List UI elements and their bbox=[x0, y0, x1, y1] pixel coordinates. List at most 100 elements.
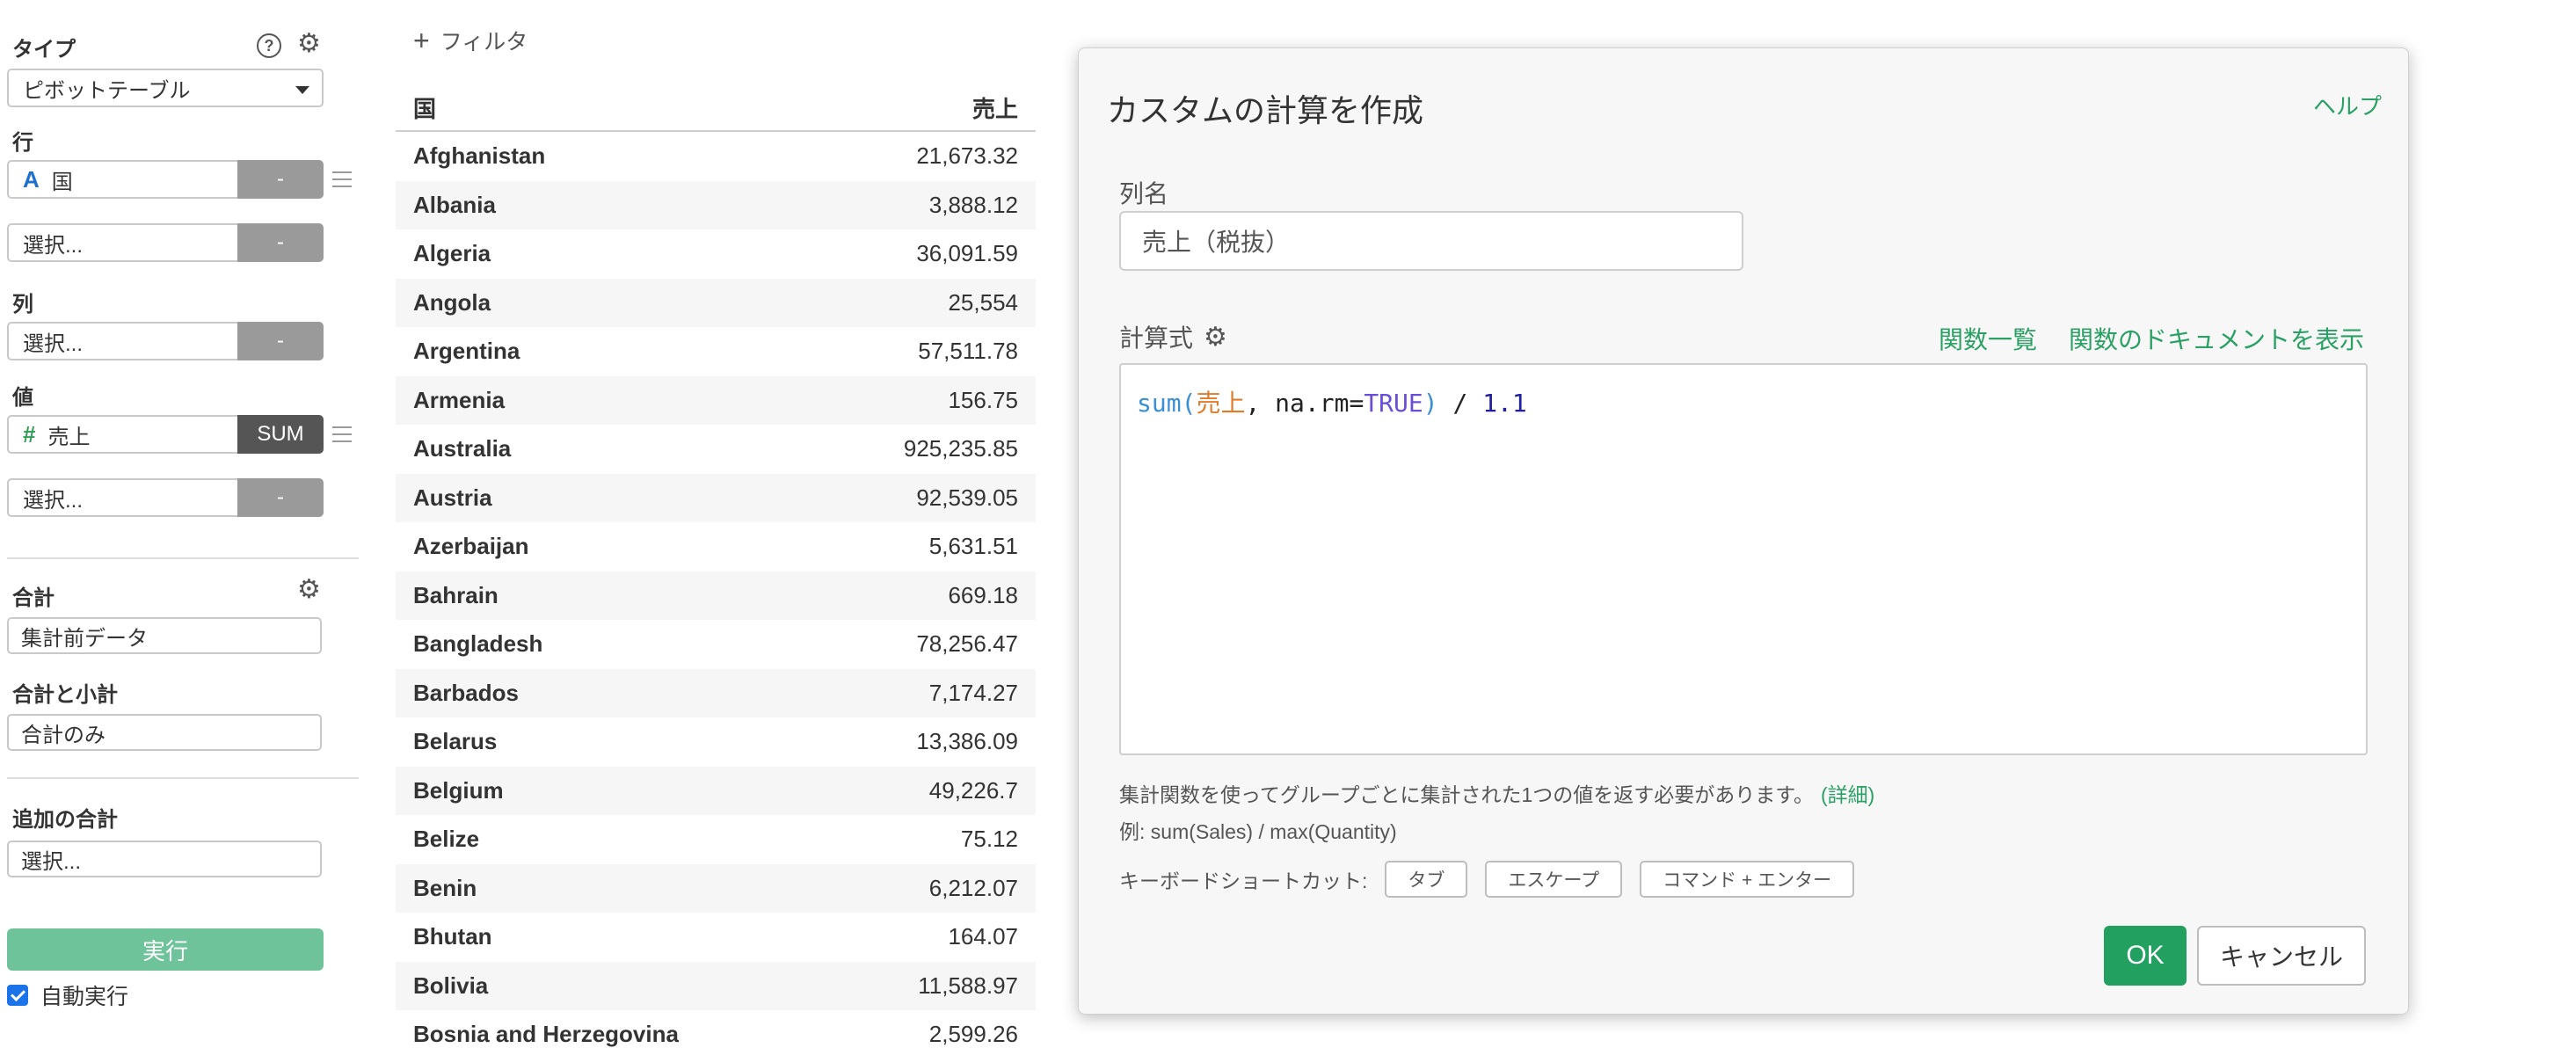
column-header-sales[interactable]: 売上 bbox=[772, 91, 1036, 124]
rows-field-name-box[interactable]: A 国 bbox=[7, 160, 237, 199]
rows-select-input[interactable]: 選択... bbox=[7, 223, 237, 262]
total-label: 合計 bbox=[12, 586, 55, 610]
cell-sales: 21,673.32 bbox=[916, 142, 1018, 170]
table-row[interactable]: Bosnia and Herzegovina 2,599.26 bbox=[396, 1010, 1036, 1048]
cell-country: Azerbaijan bbox=[413, 533, 529, 560]
values-field[interactable]: # 売上 SUM bbox=[7, 415, 324, 454]
number-type-icon: # bbox=[23, 420, 36, 448]
subtotal-select[interactable]: 合計のみ bbox=[7, 714, 322, 751]
values-select[interactable]: 選択... - bbox=[7, 478, 324, 517]
column-header-country[interactable]: 国 bbox=[396, 91, 772, 124]
cell-country: Albania bbox=[413, 191, 496, 218]
aggregation-button[interactable]: SUM bbox=[237, 415, 324, 454]
cell-sales: 25,554 bbox=[948, 288, 1018, 316]
divider bbox=[7, 557, 359, 559]
table-row[interactable]: Bhutan 164.07 bbox=[396, 913, 1036, 962]
columns-select[interactable]: 選択... - bbox=[7, 322, 324, 360]
rows-field-option-button[interactable]: - bbox=[237, 160, 324, 199]
columns-select-input[interactable]: 選択... bbox=[7, 322, 237, 360]
auto-run-checkbox[interactable] bbox=[7, 985, 28, 1006]
rows-select[interactable]: 選択... - bbox=[7, 223, 324, 262]
cell-sales: 11,588.97 bbox=[918, 972, 1018, 999]
formula-token-operator: / bbox=[1437, 389, 1483, 418]
function-doc-link[interactable]: 関数のドキュメントを表示 bbox=[2069, 321, 2364, 356]
formula-label: 計算式 bbox=[1119, 324, 1194, 352]
keyboard-shortcuts: キーボードショートカット: タブ エスケープ コマンド + エンター bbox=[1119, 861, 1855, 898]
gear-icon[interactable]: ⚙ bbox=[1204, 322, 1227, 353]
table-row[interactable]: Austria 92,539.05 bbox=[396, 473, 1036, 522]
function-list-link[interactable]: 関数一覧 bbox=[1939, 321, 2037, 356]
column-name-input[interactable]: 売上（税抜） bbox=[1119, 211, 1743, 271]
table-row[interactable]: Angola 25,554 bbox=[396, 278, 1036, 327]
pivot-table: 国 売上 Afghanistan 21,673.32 Albania 3,888.12… bbox=[396, 84, 1036, 1048]
details-link[interactable]: (詳細) bbox=[1821, 783, 1874, 806]
cell-sales: 925,235.85 bbox=[903, 435, 1018, 462]
subtotal-select-value: 合計のみ bbox=[21, 723, 106, 747]
column-name-value: 売上（税抜） bbox=[1142, 229, 1291, 256]
cell-country: Bhutan bbox=[413, 923, 492, 950]
cell-sales: 2,599.26 bbox=[928, 1021, 1018, 1048]
help-link[interactable]: ヘルプ bbox=[2313, 89, 2382, 121]
table-row[interactable]: Belize 75.12 bbox=[396, 815, 1036, 864]
auto-run-toggle[interactable]: 自動実行 bbox=[7, 979, 128, 1011]
total-select[interactable]: 集計前データ bbox=[7, 617, 322, 654]
formula-token-column: 売上 bbox=[1196, 389, 1246, 418]
cell-sales: 75.12 bbox=[960, 826, 1018, 853]
help-icon[interactable]: ? bbox=[257, 33, 281, 58]
values-select-placeholder: 選択... bbox=[23, 488, 84, 513]
table-row[interactable]: Armenia 156.75 bbox=[396, 375, 1036, 425]
formula-hint-text: 集計関数を使ってグループごとに集計された1つの値を返す必要があります。 bbox=[1119, 783, 1814, 806]
formula-editor[interactable]: sum(売上, na.rm=TRUE) / 1.1 bbox=[1119, 363, 2368, 755]
additional-total-select[interactable]: 選択... bbox=[7, 841, 322, 877]
values-field-name: 売上 bbox=[47, 425, 91, 449]
cell-sales: 669.18 bbox=[948, 581, 1018, 608]
formula-hint: 集計関数を使ってグループごとに集計された1つの値を返す必要があります。 (詳細) bbox=[1119, 778, 1874, 808]
values-label: 値 bbox=[12, 386, 33, 410]
table-row[interactable]: Belarus 13,386.09 bbox=[396, 717, 1036, 767]
cell-sales: 78,256.47 bbox=[916, 630, 1018, 658]
table-row[interactable]: Bahrain 669.18 bbox=[396, 571, 1036, 620]
table-row[interactable]: Belgium 49,226.7 bbox=[396, 766, 1036, 815]
cell-country: Algeria bbox=[413, 240, 491, 267]
table-row[interactable]: Bangladesh 78,256.47 bbox=[396, 620, 1036, 669]
table-row[interactable]: Azerbaijan 5,631.51 bbox=[396, 522, 1036, 571]
type-label: タイプ bbox=[12, 38, 76, 62]
chart-settings-panel: タイプ ? ⚙ ピボットテーブル 行 A 国 - 選択... - 列 選択...… bbox=[0, 0, 369, 1048]
values-field-name-box[interactable]: # 売上 bbox=[7, 415, 237, 454]
table-row[interactable]: Benin 6,212.07 bbox=[396, 863, 1036, 913]
table-row[interactable]: Argentina 57,511.78 bbox=[396, 327, 1036, 376]
type-select[interactable]: ピボットテーブル bbox=[7, 69, 324, 107]
rows-select-option-button[interactable]: - bbox=[237, 223, 324, 262]
table-row[interactable]: Algeria 36,091.59 bbox=[396, 229, 1036, 279]
ok-button[interactable]: OK bbox=[2104, 926, 2187, 986]
formula-token-function: sum( bbox=[1137, 389, 1197, 418]
drag-handle-icon[interactable] bbox=[332, 426, 352, 442]
cell-country: Afghanistan bbox=[413, 142, 546, 170]
custom-calculation-dialog: カスタムの計算を作成 ヘルプ 列名 売上（税抜） 計算式 ⚙ 関数一覧 関数のド… bbox=[1078, 47, 2409, 1015]
add-filter-button[interactable]: + フィルタ bbox=[413, 25, 528, 56]
type-select-value: ピボットテーブル bbox=[23, 78, 191, 103]
cell-country: Bahrain bbox=[413, 581, 498, 608]
table-row[interactable]: Barbados 7,174.27 bbox=[396, 668, 1036, 717]
table-row[interactable]: Afghanistan 21,673.32 bbox=[396, 132, 1036, 181]
string-type-icon: A bbox=[23, 165, 40, 193]
cell-country: Bosnia and Herzegovina bbox=[413, 1021, 679, 1048]
gear-icon[interactable]: ⚙ bbox=[297, 577, 321, 603]
cell-sales: 5,631.51 bbox=[928, 533, 1018, 560]
table-row[interactable]: Australia 925,235.85 bbox=[396, 425, 1036, 474]
values-select-input[interactable]: 選択... bbox=[7, 478, 237, 517]
values-select-option-button[interactable]: - bbox=[237, 478, 324, 517]
cell-sales: 6,212.07 bbox=[928, 874, 1018, 901]
rows-field[interactable]: A 国 - bbox=[7, 160, 324, 199]
columns-select-option-button[interactable]: - bbox=[237, 322, 324, 360]
rows-field-name: 国 bbox=[51, 170, 73, 194]
drag-handle-icon[interactable] bbox=[332, 171, 352, 187]
table-row[interactable]: Bolivia 11,588.97 bbox=[396, 961, 1036, 1010]
table-body: Afghanistan 21,673.32 Albania 3,888.12 Alger… bbox=[396, 132, 1036, 1048]
cell-sales: 36,091.59 bbox=[916, 240, 1018, 267]
cancel-button[interactable]: キャンセル bbox=[2197, 926, 2366, 986]
gear-icon[interactable]: ⚙ bbox=[297, 31, 321, 57]
cell-sales: 156.75 bbox=[948, 386, 1018, 413]
run-button[interactable]: 実行 bbox=[7, 928, 324, 971]
table-row[interactable]: Albania 3,888.12 bbox=[396, 180, 1036, 229]
